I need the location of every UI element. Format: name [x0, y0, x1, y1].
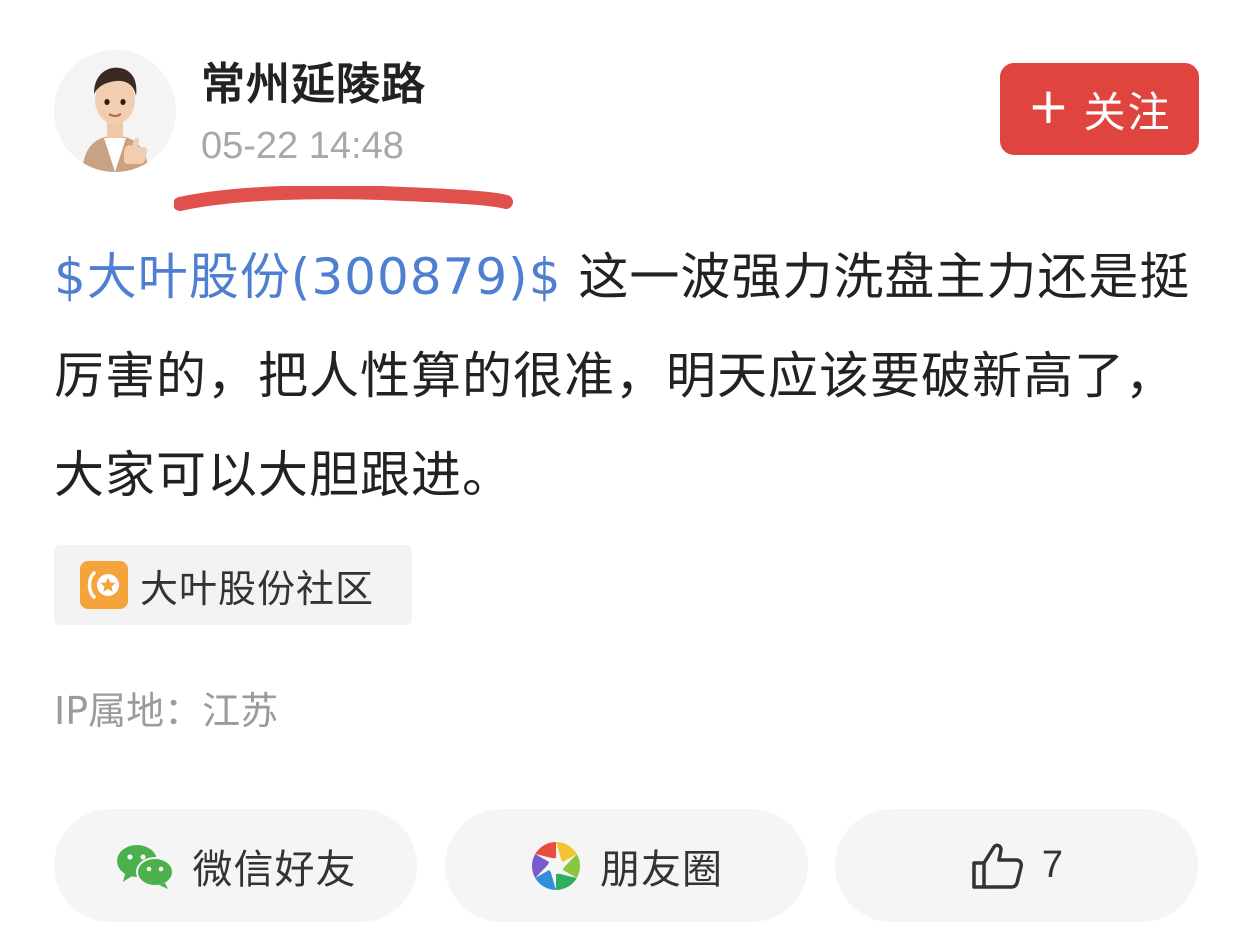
follow-label: 关注: [1083, 87, 1172, 137]
community-label: 大叶股份社区: [140, 566, 375, 611]
like-button[interactable]: 7: [835, 809, 1198, 922]
post-body: $大叶股份(300879)$ 这一波强力洗盘主力还是挺厉害的，把人性算的很准，明…: [54, 228, 1204, 525]
moments-icon: [531, 841, 581, 890]
community-home-icon: [80, 561, 128, 609]
share-wechat-button[interactable]: 微信好友: [54, 809, 417, 922]
follow-button[interactable]: + 关注: [1000, 63, 1199, 155]
community-tag[interactable]: 大叶股份社区: [54, 545, 412, 625]
plus-icon: +: [1027, 77, 1070, 135]
share-moments-label: 朋友圈: [600, 846, 723, 893]
like-count: 7: [1041, 844, 1064, 886]
post-timestamp: 05-22 14:48: [201, 125, 404, 167]
red-underline-annotation: [174, 186, 513, 211]
author-name[interactable]: 常州延陵路: [201, 48, 426, 112]
avatar[interactable]: [54, 50, 176, 172]
share-moments-button[interactable]: 朋友圈: [445, 809, 808, 922]
post-detail-page: 常州延陵路 05-22 14:48 + 关注 $大叶股份(300879)$ 这一…: [0, 0, 1253, 931]
avatar-cartoon-icon: [54, 50, 176, 172]
wechat-icon: [116, 844, 174, 889]
ip-location: IP属地：江苏: [54, 689, 279, 733]
share-wechat-label: 微信好友: [192, 846, 357, 893]
thumbs-up-icon: [972, 843, 1023, 889]
stock-tag-link[interactable]: $大叶股份(300879)$: [54, 248, 562, 306]
